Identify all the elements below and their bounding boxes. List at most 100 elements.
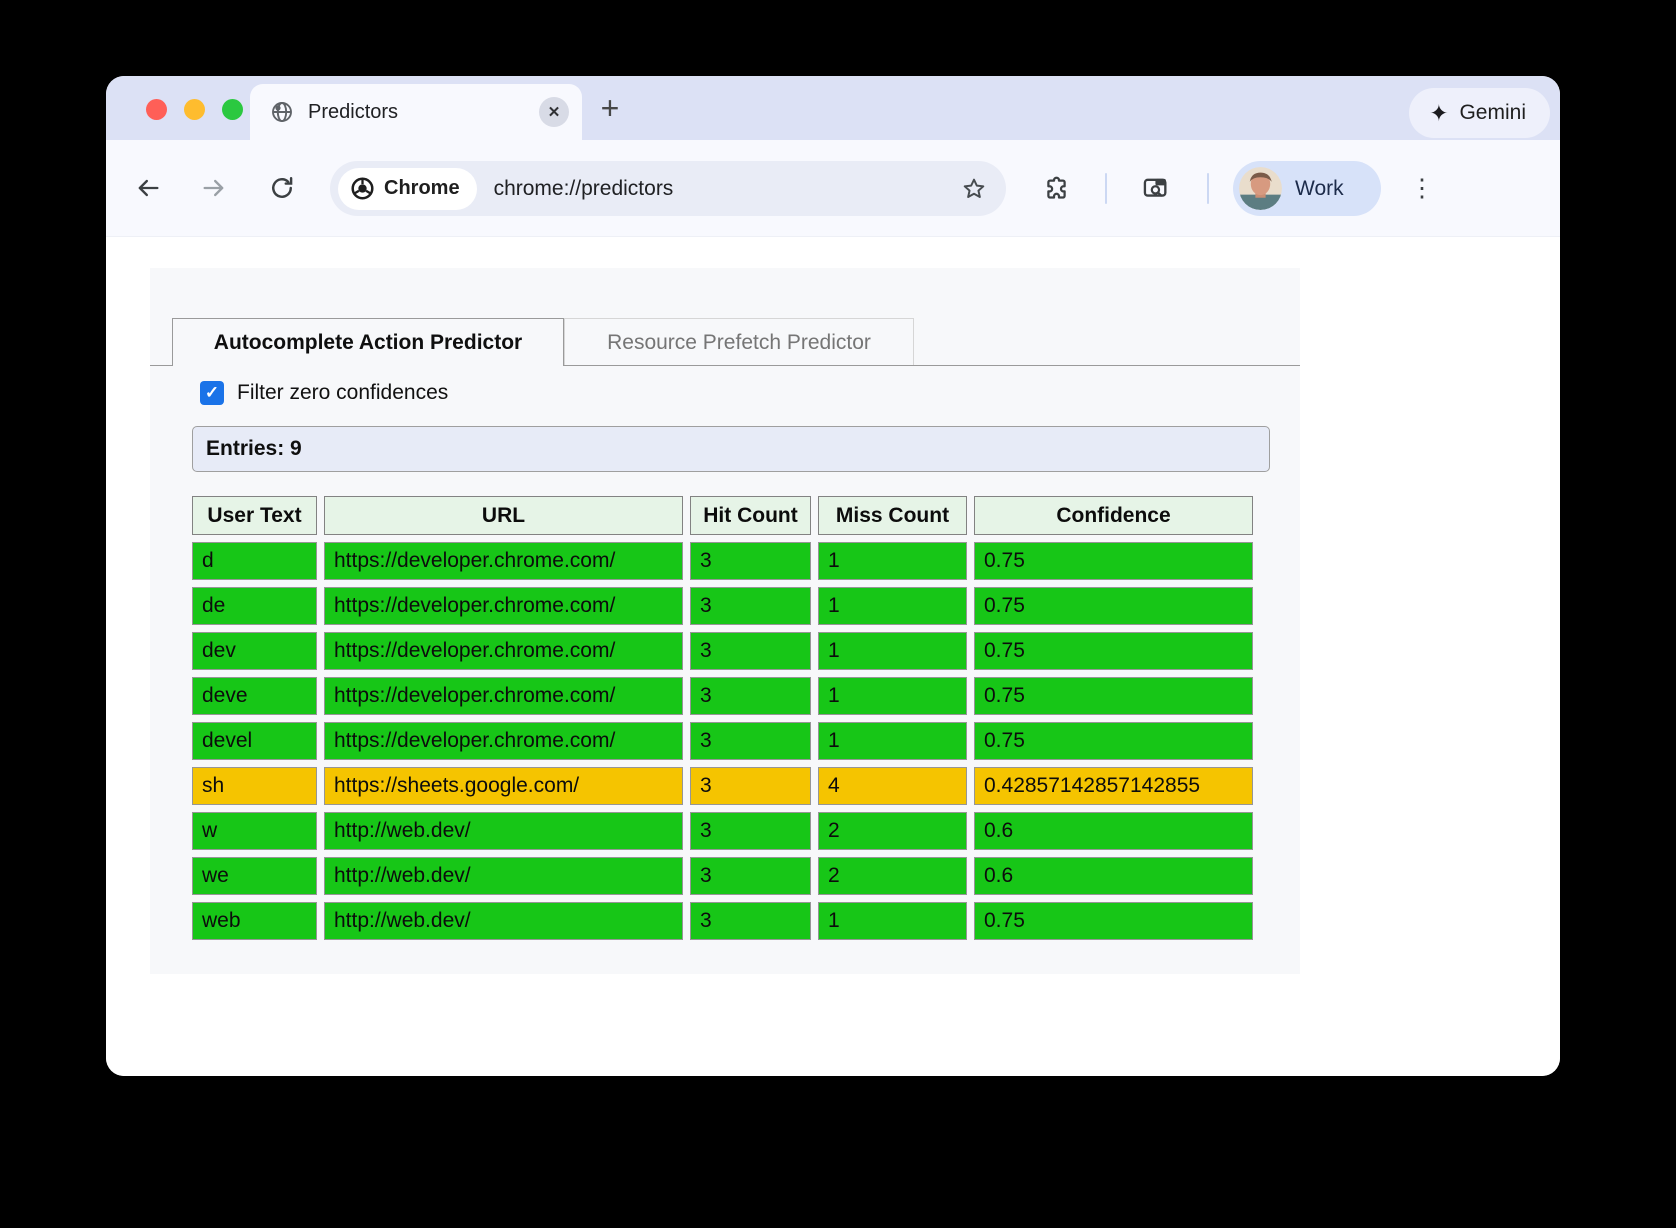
- cell-hit_count: 3: [690, 722, 811, 760]
- column-header: URL: [324, 496, 683, 535]
- predictor-tabs: Autocomplete Action Predictor Resource P…: [150, 318, 1300, 366]
- browser-window: Predictors ✕ + ✦ Gemini: [106, 76, 1560, 1076]
- site-info-chip[interactable]: Chrome: [338, 168, 477, 210]
- tab-autocomplete-action-predictor[interactable]: Autocomplete Action Predictor: [172, 318, 564, 366]
- cell-hit_count: 3: [690, 542, 811, 580]
- cell-hit_count: 3: [690, 902, 811, 940]
- cell-user_text: de: [192, 587, 317, 625]
- cell-user_text: devel: [192, 722, 317, 760]
- table-row: shhttps://sheets.google.com/340.42857142…: [192, 767, 1253, 805]
- forward-arrow-icon: [200, 174, 228, 202]
- cell-confidence: 0.75: [974, 632, 1253, 670]
- table-row: whttp://web.dev/320.6: [192, 812, 1253, 850]
- column-header: Confidence: [974, 496, 1253, 535]
- cell-hit_count: 3: [690, 632, 811, 670]
- cell-url: http://web.dev/: [324, 812, 683, 850]
- cell-confidence: 0.75: [974, 902, 1253, 940]
- cell-url: http://web.dev/: [324, 902, 683, 940]
- cell-miss_count: 2: [818, 857, 967, 895]
- tab-title: Predictors: [308, 101, 398, 124]
- tab-strip: Predictors ✕ + ✦ Gemini: [106, 76, 1560, 140]
- cell-confidence: 0.6: [974, 857, 1253, 895]
- table-row: devehttps://developer.chrome.com/310.75: [192, 677, 1253, 715]
- globe-icon: [270, 100, 294, 124]
- zoom-window-button[interactable]: [222, 99, 243, 120]
- cell-confidence: 0.75: [974, 677, 1253, 715]
- toolbar: Chrome chrome://predictors: [106, 140, 1560, 237]
- table-row: devhttps://developer.chrome.com/310.75: [192, 632, 1253, 670]
- table-row: webhttp://web.dev/310.75: [192, 902, 1253, 940]
- predictors-page: Autocomplete Action Predictor Resource P…: [150, 268, 1300, 974]
- cell-hit_count: 3: [690, 677, 811, 715]
- cell-hit_count: 3: [690, 857, 811, 895]
- minimize-window-button[interactable]: [184, 99, 205, 120]
- chrome-logo-icon: [350, 176, 375, 201]
- gemini-label: Gemini: [1459, 101, 1526, 125]
- cell-user_text: deve: [192, 677, 317, 715]
- cell-user_text: we: [192, 857, 317, 895]
- filter-zero-confidences-label[interactable]: Filter zero confidences: [237, 381, 448, 405]
- cell-miss_count: 4: [818, 767, 967, 805]
- cell-hit_count: 3: [690, 812, 811, 850]
- filter-row: ✓ Filter zero confidences: [200, 381, 1300, 405]
- entries-count: Entries: 9: [192, 426, 1270, 472]
- cell-url: https://sheets.google.com/: [324, 767, 683, 805]
- browser-tab-predictors[interactable]: Predictors ✕: [250, 84, 582, 140]
- cell-confidence: 0.75: [974, 542, 1253, 580]
- cell-miss_count: 1: [818, 677, 967, 715]
- column-header: Hit Count: [690, 496, 811, 535]
- toolbar-divider: [1105, 173, 1107, 204]
- cell-url: https://developer.chrome.com/: [324, 632, 683, 670]
- table-row: wehttp://web.dev/320.6: [192, 857, 1253, 895]
- cell-miss_count: 1: [818, 587, 967, 625]
- cell-miss_count: 2: [818, 812, 967, 850]
- gemini-spark-icon: ✦: [1429, 102, 1448, 125]
- reload-button[interactable]: [262, 168, 302, 208]
- bookmark-star-icon[interactable]: [954, 169, 994, 209]
- browser-menu-button[interactable]: ⋮: [1402, 168, 1442, 208]
- page-viewport: Autocomplete Action Predictor Resource P…: [106, 237, 1560, 1076]
- cell-miss_count: 1: [818, 722, 967, 760]
- cell-miss_count: 1: [818, 542, 967, 580]
- cell-confidence: 0.75: [974, 587, 1253, 625]
- table-row: dhttps://developer.chrome.com/310.75: [192, 542, 1253, 580]
- predictor-table: User TextURLHit CountMiss CountConfidenc…: [185, 489, 1260, 947]
- column-header: Miss Count: [818, 496, 967, 535]
- back-arrow-icon: [134, 174, 162, 202]
- new-tab-button[interactable]: +: [588, 86, 632, 130]
- extensions-button[interactable]: [1036, 168, 1076, 208]
- close-window-button[interactable]: [146, 99, 167, 120]
- cell-url: http://web.dev/: [324, 857, 683, 895]
- cell-url: https://developer.chrome.com/: [324, 542, 683, 580]
- toolbar-divider: [1207, 173, 1209, 204]
- tab-resource-prefetch-predictor[interactable]: Resource Prefetch Predictor: [564, 318, 914, 366]
- predictor-table-body: dhttps://developer.chrome.com/310.75deht…: [192, 542, 1253, 940]
- column-header: User Text: [192, 496, 317, 535]
- cell-user_text: w: [192, 812, 317, 850]
- cell-confidence: 0.6: [974, 812, 1253, 850]
- close-tab-icon[interactable]: ✕: [539, 97, 569, 127]
- table-header-row: User TextURLHit CountMiss CountConfidenc…: [192, 496, 1253, 535]
- address-bar[interactable]: Chrome chrome://predictors: [330, 161, 1006, 216]
- cell-hit_count: 3: [690, 767, 811, 805]
- cell-url: https://developer.chrome.com/: [324, 587, 683, 625]
- cell-confidence: 0.75: [974, 722, 1253, 760]
- profile-button[interactable]: Work: [1233, 161, 1381, 216]
- cell-url: https://developer.chrome.com/: [324, 677, 683, 715]
- forward-button[interactable]: [194, 168, 234, 208]
- cell-url: https://developer.chrome.com/: [324, 722, 683, 760]
- cell-user_text: web: [192, 902, 317, 940]
- tab-search-button[interactable]: [1136, 168, 1176, 208]
- back-button[interactable]: [128, 168, 168, 208]
- gemini-button[interactable]: ✦ Gemini: [1409, 88, 1550, 138]
- cell-user_text: sh: [192, 767, 317, 805]
- cell-user_text: dev: [192, 632, 317, 670]
- tab-search-icon: [1142, 174, 1170, 202]
- url-text: chrome://predictors: [494, 177, 674, 201]
- cell-miss_count: 1: [818, 632, 967, 670]
- cell-user_text: d: [192, 542, 317, 580]
- profile-label: Work: [1295, 177, 1344, 201]
- cell-confidence: 0.42857142857142855: [974, 767, 1253, 805]
- filter-zero-confidences-checkbox[interactable]: ✓: [200, 381, 224, 405]
- puzzle-icon: [1043, 175, 1070, 202]
